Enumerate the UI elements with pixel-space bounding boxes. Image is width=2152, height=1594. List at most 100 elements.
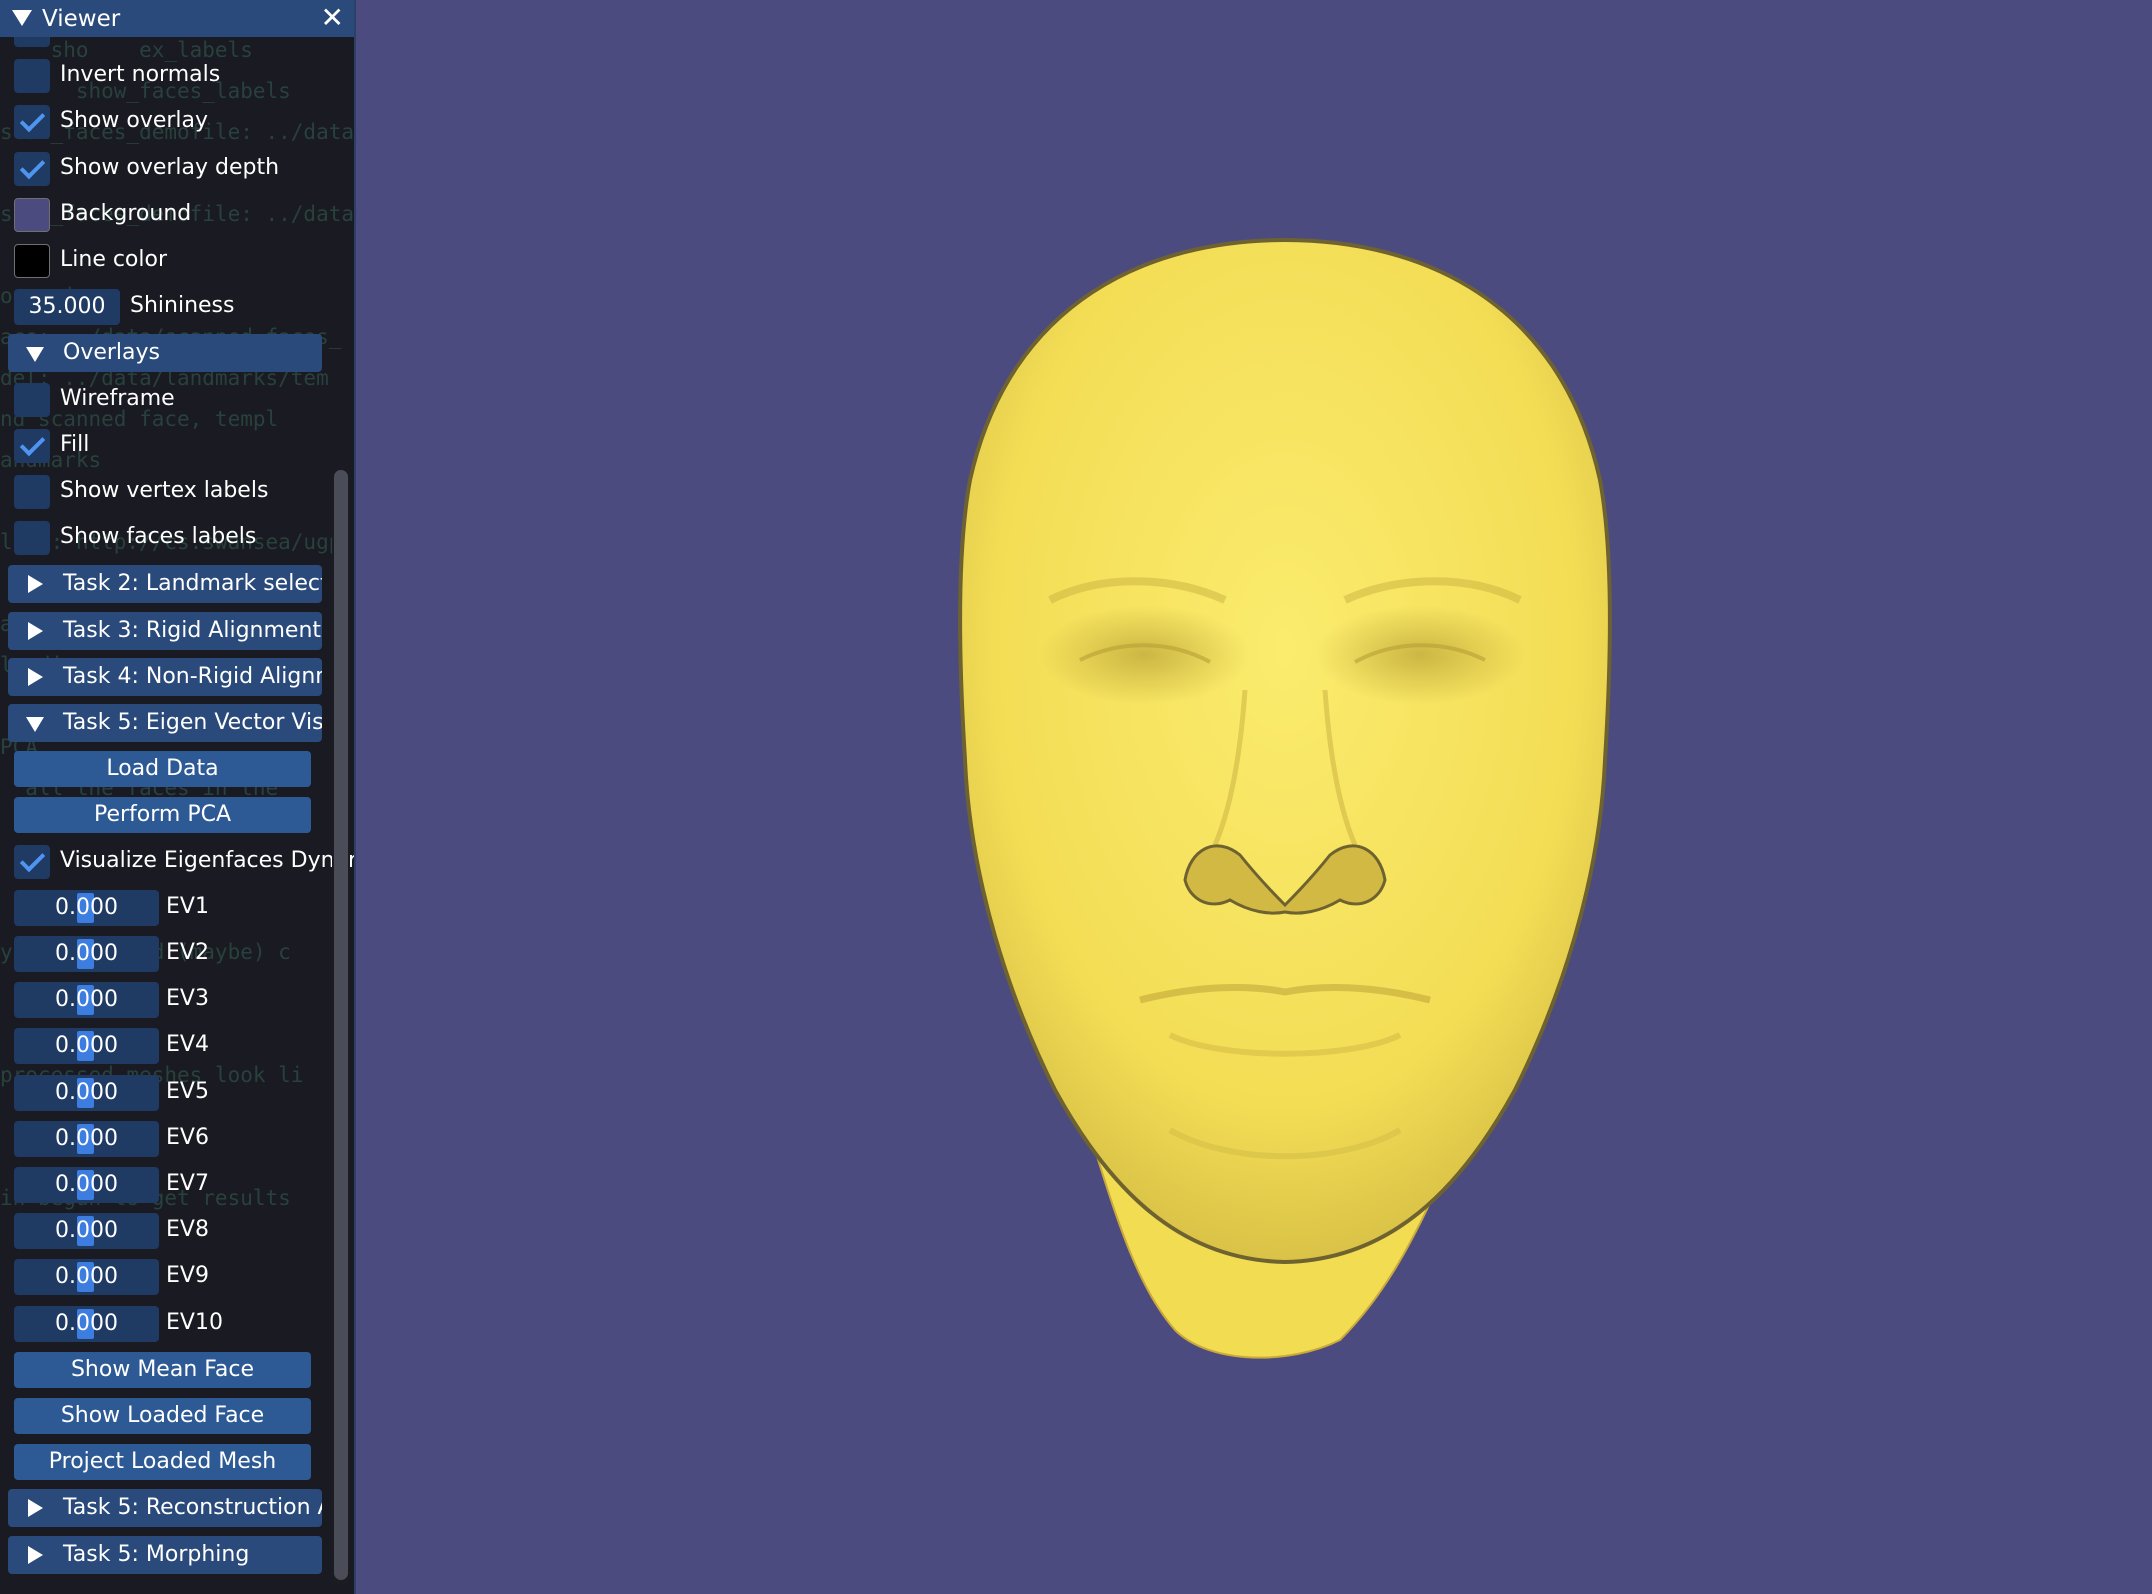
collapsing-header[interactable]: Task 2: Landmark selectio [8, 565, 322, 604]
checkbox-fill[interactable]: Fill [0, 423, 340, 469]
section-header-overlays[interactable]: Overlays [0, 330, 340, 376]
checkbox-label: Wireframe [60, 385, 175, 411]
slider-label: EV7 [166, 1171, 209, 1196]
section-header-task-2-landmark-selectio[interactable]: Task 2: Landmark selectio [0, 561, 340, 607]
slider-label: EV10 [166, 1309, 223, 1335]
checkbox-label: Show overlay depth [60, 154, 280, 180]
checkbox-box[interactable] [14, 521, 50, 556]
viewer-title-bar[interactable]: Viewer ✕ [0, 0, 354, 37]
checkbox-box[interactable] [14, 37, 50, 47]
checkbox-show-faces-labels[interactable]: Show faces labels [0, 515, 340, 561]
close-icon[interactable]: ✕ [321, 3, 344, 33]
button[interactable]: Show Mean Face [14, 1351, 311, 1388]
header-label: Task 4: Non-Rigid Alignme [63, 663, 322, 689]
checkbox-show-overlay[interactable]: Show overlay [0, 99, 340, 145]
drag-label: Shininess [130, 293, 235, 319]
show-loaded-face-button[interactable]: Show Loaded Face [0, 1393, 340, 1439]
button[interactable]: Project Loaded Mesh [14, 1444, 311, 1481]
checkbox-show-texture[interactable]: Show texture [0, 37, 340, 53]
header-label: Task 2: Landmark selectio [63, 571, 322, 597]
viewer-content: Show texture Invert normals Show overlay Sh… [0, 37, 354, 1594]
slider-label: EV1 [166, 893, 209, 919]
slider-ev5[interactable]: 0.000 EV5 [0, 1070, 340, 1116]
slider-field[interactable]: 0.000 [14, 1028, 159, 1065]
left-eye-shadow [1040, 605, 1250, 705]
checkbox-box[interactable] [14, 382, 50, 417]
slider-label: EV5 [166, 1078, 209, 1104]
slider-field[interactable]: 0.000 [14, 1167, 159, 1203]
color-picker-line-color[interactable]: Line color [0, 238, 340, 284]
collapsing-header[interactable]: Task 3: Rigid Alignment [8, 611, 322, 650]
checkbox-box[interactable] [14, 105, 50, 140]
slider-ev7[interactable]: 0.000 EV7 [0, 1162, 340, 1208]
perform-pca-button[interactable]: Perform PCA [0, 792, 340, 838]
checkbox-label: Show overlay [60, 108, 209, 134]
checkbox-box[interactable] [14, 151, 50, 186]
color-label: Background [60, 200, 192, 226]
drag-field-shininess[interactable]: 35.000 Shininess [0, 284, 340, 330]
slider-field[interactable]: 0.000 [14, 1213, 159, 1250]
slider-ev1[interactable]: 0.000 EV1 [0, 885, 340, 931]
slider-ev10[interactable]: 0.000 EV10 [0, 1301, 340, 1347]
section-header-task-5-morphing[interactable]: Task 5: Morphing [0, 1532, 340, 1578]
slider-ev2[interactable]: 0.000 EV2 [0, 931, 340, 977]
slider-field[interactable]: 0.000 [14, 936, 159, 972]
chevron-down-icon [26, 717, 44, 732]
face-shape [958, 237, 1612, 1265]
checkbox-show-vertex-labels[interactable]: Show vertex labels [0, 469, 340, 515]
slider-label: EV2 [166, 940, 209, 965]
slider-field[interactable]: 0.000 [14, 1074, 159, 1111]
checkbox-label: Visualize Eigenfaces Dynar [60, 847, 356, 873]
checkbox-wireframe[interactable]: Wireframe [0, 377, 340, 423]
checkbox-box[interactable] [14, 428, 50, 463]
viewer-panel: sho ex_labels show_faces_labels scan_face… [0, 0, 356, 1594]
slider-ev8[interactable]: 0.000 EV8 [0, 1208, 340, 1254]
color-swatch[interactable] [14, 244, 50, 278]
checkbox-visualize-eigenfaces-dynar[interactable]: Visualize Eigenfaces Dynar [0, 839, 354, 885]
section-header-task-3-rigid-alignment[interactable]: Task 3: Rigid Alignment [0, 608, 340, 654]
button[interactable]: Load Data [14, 751, 311, 788]
collapsing-header[interactable]: Task 4: Non-Rigid Alignme [8, 657, 322, 696]
color-swatch[interactable] [14, 197, 50, 232]
checkbox-box[interactable] [14, 475, 50, 509]
collapsing-header[interactable]: Task 5: Eigen Vector Visua [8, 704, 322, 742]
section-header-task-5-eigen-vector-visua[interactable]: Task 5: Eigen Vector Visua [0, 700, 340, 746]
slider-field[interactable]: 0.000 [14, 982, 159, 1019]
chevron-right-icon [28, 1499, 43, 1518]
header-label: Task 5: Morphing [63, 1541, 250, 1567]
right-eye-shadow [1315, 605, 1525, 705]
color-picker-background[interactable]: Background [0, 192, 340, 238]
slider-field[interactable]: 0.000 [14, 1120, 159, 1157]
slider-label: EV8 [166, 1217, 209, 1243]
project-loaded-mesh-button[interactable]: Project Loaded Mesh [0, 1439, 340, 1485]
collapsing-header[interactable]: Task 5: Morphing [8, 1535, 322, 1574]
slider-field[interactable]: 0.000 [14, 1305, 159, 1342]
slider-ev3[interactable]: 0.000 EV3 [0, 977, 340, 1023]
collapsing-header[interactable]: Task 5: Reconstruction An [8, 1489, 322, 1528]
checkbox-invert-normals[interactable]: Invert normals [0, 53, 340, 99]
chevron-right-icon [28, 575, 43, 594]
collapsing-header[interactable]: Overlays [8, 334, 322, 373]
slider-field[interactable]: 0.000 [14, 1259, 159, 1296]
slider-ev4[interactable]: 0.000 EV4 [0, 1023, 340, 1069]
checkbox-label: Fill [60, 431, 90, 457]
header-label: Task 5: Reconstruction An [63, 1495, 322, 1521]
section-header-task-5-reconstruction-an[interactable]: Task 5: Reconstruction An [0, 1485, 340, 1531]
slider-ev6[interactable]: 0.000 EV6 [0, 1116, 340, 1162]
button[interactable]: Show Loaded Face [14, 1398, 311, 1434]
section-header-task-4-non-rigid-alignme[interactable]: Task 4: Non-Rigid Alignme [0, 654, 340, 700]
load-data-button[interactable]: Load Data [0, 746, 340, 792]
button[interactable]: Perform PCA [14, 797, 311, 834]
scrollbar-thumb[interactable] [334, 470, 348, 1580]
checkbox-box[interactable] [14, 844, 50, 879]
chevron-right-icon [28, 1545, 43, 1564]
checkbox-label: Show faces labels [60, 524, 257, 550]
slider-field[interactable]: 0.000 [14, 889, 159, 926]
show-mean-face-button[interactable]: Show Mean Face [0, 1347, 340, 1393]
chevron-right-icon [28, 621, 43, 640]
checkbox-box[interactable] [14, 59, 50, 94]
drag-value-field[interactable]: 35.000 [14, 289, 120, 326]
slider-ev9[interactable]: 0.000 EV9 [0, 1254, 340, 1300]
collapse-triangle-icon[interactable] [12, 10, 32, 26]
checkbox-show-overlay-depth[interactable]: Show overlay depth [0, 146, 340, 192]
